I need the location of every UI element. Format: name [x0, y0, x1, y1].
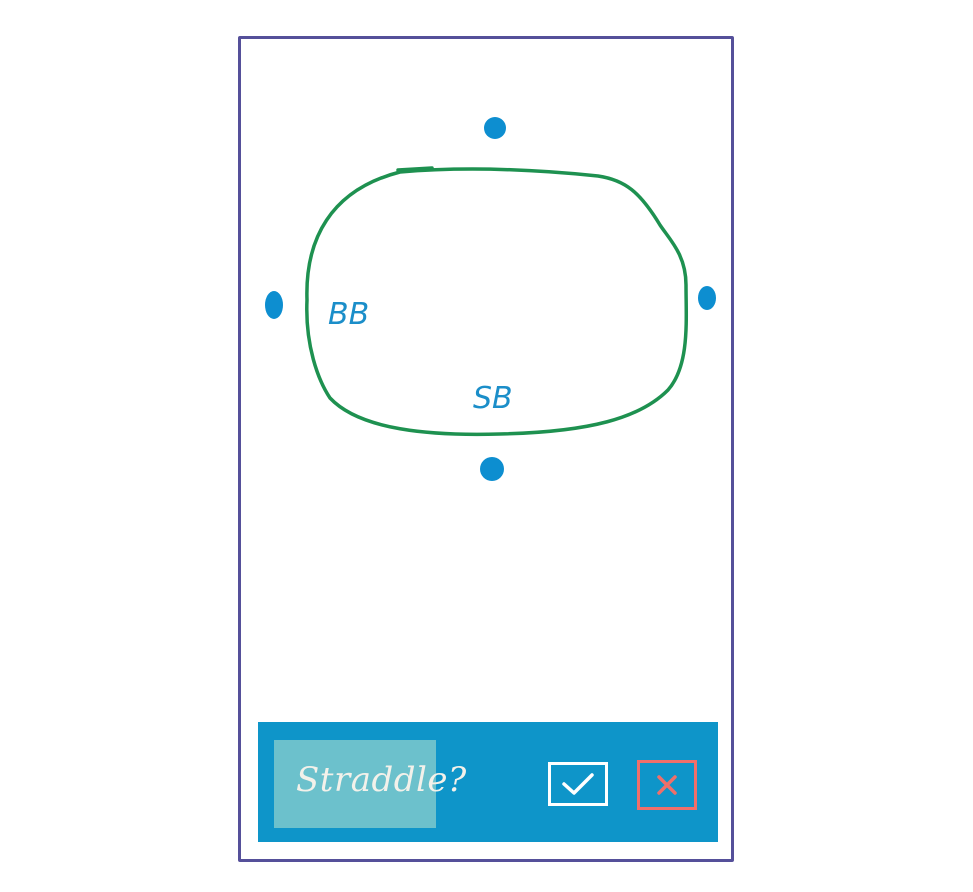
- straddle-action-bar: Straddle?: [258, 722, 718, 842]
- seat-dot-right[interactable]: [698, 286, 716, 310]
- seat-dot-bottom[interactable]: [480, 457, 504, 481]
- seat-dot-left[interactable]: [265, 291, 283, 319]
- cancel-straddle-button[interactable]: [637, 760, 697, 810]
- straddle-prompt: Straddle?: [296, 760, 467, 800]
- check-icon: [562, 773, 594, 795]
- seat-label-bb: BB: [328, 297, 369, 332]
- confirm-straddle-button[interactable]: [548, 762, 608, 806]
- seat-dot-top[interactable]: [484, 117, 506, 139]
- seat-label-sb: SB: [473, 381, 513, 416]
- close-icon: [657, 775, 677, 795]
